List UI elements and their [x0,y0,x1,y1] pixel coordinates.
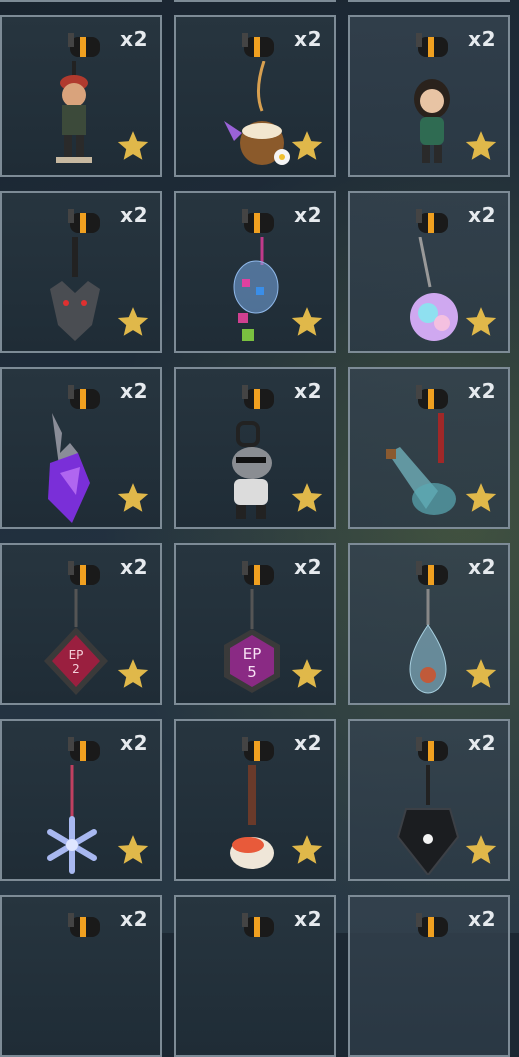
agent-figurine-icon [414,79,450,163]
clip-icon [242,737,274,761]
charm-tile-soldier[interactable]: x2 [0,15,162,177]
holo-face-icon [410,237,458,341]
ep5-badge-icon: EP 5 [224,589,280,693]
quantity-label: x2 [468,907,496,931]
quantity-label: x2 [120,731,148,755]
clip-icon [68,209,100,233]
charm-tile-potion[interactable]: x2 [348,367,510,529]
quantity-label: x2 [120,203,148,227]
snowflake-icon [47,765,97,874]
charm-tile-blade[interactable]: x2 [0,367,162,529]
charm-tile-partial[interactable]: x2 [0,895,162,1057]
gold-star-icon [291,835,323,864]
quantity-label: x2 [468,203,496,227]
gold-star-icon [291,131,323,160]
quantity-label: x2 [120,555,148,579]
water-droplet-icon [409,589,447,694]
rhino-figurine-icon [232,421,272,519]
clip-icon [68,385,100,409]
gold-star-icon [117,483,149,512]
quantity-label: x2 [294,731,322,755]
charm-tile-cutoff[interactable] [348,0,510,2]
clip-icon [416,385,448,409]
potion-bottle-icon [386,413,456,515]
gold-star-icon [291,659,323,688]
clip-icon [242,33,274,57]
soldier-figurine-icon [56,61,92,163]
candy-bag-icon [233,237,279,341]
gold-star-icon [117,131,149,160]
gold-star-icon [465,659,497,688]
gold-star-icon [465,131,497,160]
charm-tile-holo-face[interactable]: x2 [348,191,510,353]
charm-tile-partial[interactable]: x2 [174,895,336,1057]
charm-tile-black-crystal[interactable]: x2 [348,719,510,881]
charm-tile-ep5[interactable]: x2 EP 5 [174,543,336,705]
charm-tile-cutoff[interactable] [174,0,336,2]
quantity-label: x2 [468,555,496,579]
clip-icon [68,737,100,761]
quantity-label: x2 [468,379,496,403]
sushi-icon [230,765,274,869]
charm-tile-rhino[interactable]: x2 [174,367,336,529]
clip-icon [242,209,274,233]
wolf-head-icon [50,237,100,341]
clip-icon [416,561,448,585]
gold-star-icon [465,307,497,336]
quantity-label: x2 [294,907,322,931]
quantity-label: x2 [294,379,322,403]
quantity-label: x2 [294,555,322,579]
charm-tile-candy[interactable]: x2 [174,191,336,353]
charm-tile-partial[interactable]: x2 [348,895,510,1057]
clip-icon [68,33,100,57]
quantity-label: x2 [294,27,322,51]
clip-icon [242,561,274,585]
quantity-label: x2 [468,731,496,755]
clip-icon [242,385,274,409]
quantity-label: x2 [120,907,148,931]
quantity-label: x2 [120,27,148,51]
gold-star-icon [117,307,149,336]
ep2-number: 2 [72,662,80,676]
charm-tile-snowflake[interactable]: x2 [0,719,162,881]
charm-tile-water-droplet[interactable]: x2 [348,543,510,705]
quantity-label: x2 [120,379,148,403]
charm-tile-sushi[interactable]: x2 [174,719,336,881]
ep2-badge-icon: EP 2 [44,589,108,695]
charm-tile-wolf[interactable]: x2 [0,191,162,353]
quantity-label: x2 [294,203,322,227]
gold-star-icon [465,835,497,864]
ep2-label: EP [69,648,84,662]
ep5-label: EP [243,645,262,663]
clip-icon [416,913,448,937]
quantity-label: x2 [468,27,496,51]
clip-icon [68,913,100,937]
clip-icon [416,737,448,761]
gold-star-icon [117,659,149,688]
charm-tile-coconut[interactable]: x2 [174,15,336,177]
charm-tile-agent[interactable]: x2 [348,15,510,177]
coconut-drink-icon [224,61,290,165]
charm-tile-cutoff[interactable] [0,0,162,2]
clip-icon [416,33,448,57]
charm-grid: x2 x2 x2 x2 x2 x2 x2 x2 x2 x2 EP 2 x2 EP… [0,0,519,1057]
clip-icon [68,561,100,585]
gold-star-icon [291,483,323,512]
gold-star-icon [291,307,323,336]
charm-tile-ep2[interactable]: x2 EP 2 [0,543,162,705]
gold-star-icon [117,835,149,864]
black-crystal-icon [396,765,460,875]
ep5-number: 5 [247,663,257,681]
gold-star-icon [465,483,497,512]
clip-icon [242,913,274,937]
purple-blade-icon [48,413,90,523]
clip-icon [416,209,448,233]
